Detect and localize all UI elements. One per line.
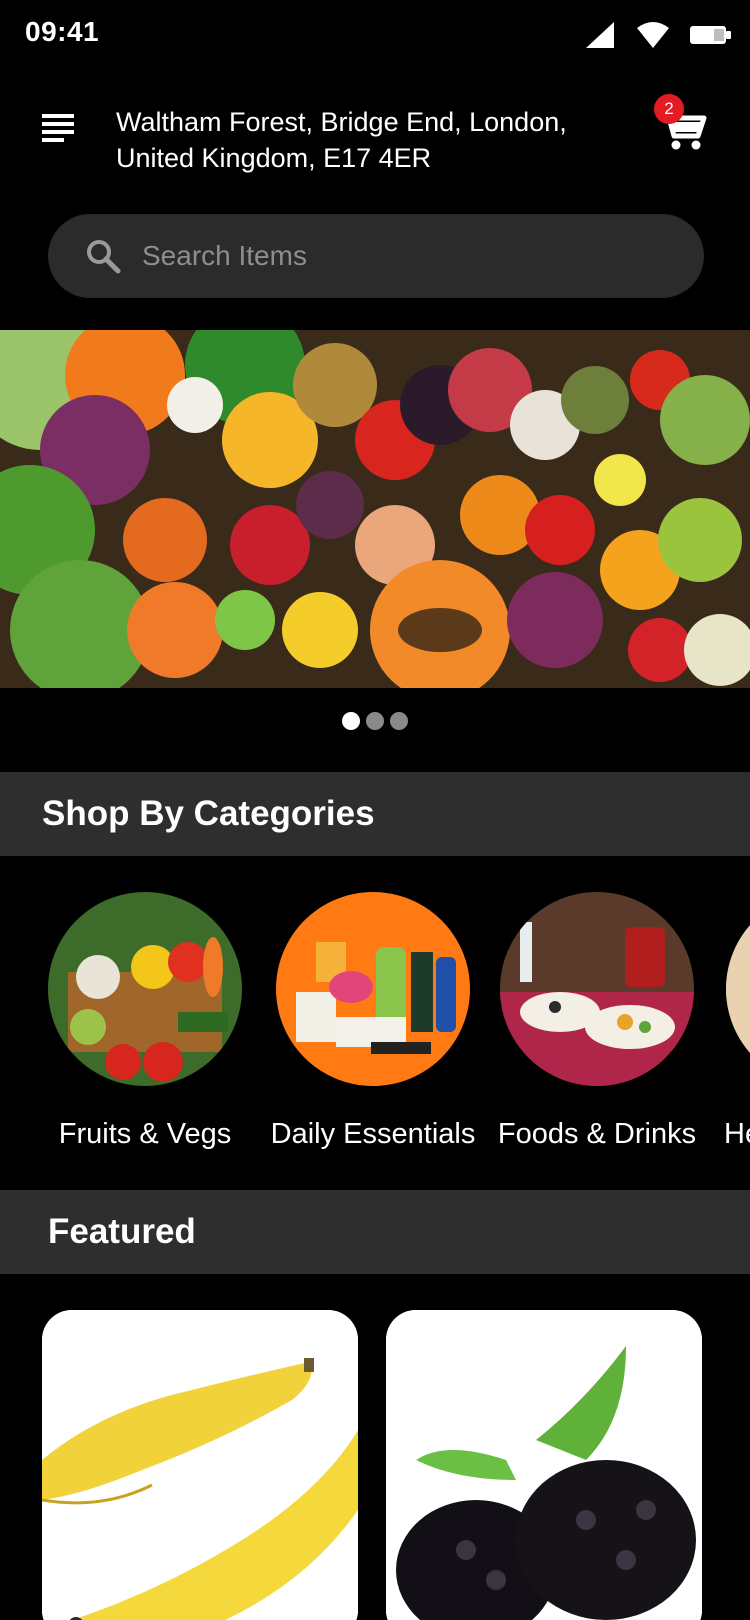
featured-product-card[interactable] (386, 1310, 702, 1620)
featured-product-card[interactable] (42, 1310, 358, 1620)
pagination-dot-active[interactable] (342, 712, 360, 730)
search-input[interactable] (142, 240, 704, 272)
battery-icon (690, 26, 731, 44)
categories-carousel: Fruits & Vegs Daily Essentials Foods & D… (0, 892, 750, 1192)
cart-count-badge: 2 (654, 94, 684, 124)
category-label: He (724, 1118, 750, 1150)
category-label: Fruits & Vegs (58, 1118, 232, 1150)
search-icon (87, 240, 121, 274)
wifi-icon (637, 22, 669, 48)
fruits-basket-image (48, 892, 242, 1086)
promo-banner-image[interactable] (0, 330, 750, 688)
menu-icon[interactable] (40, 112, 76, 144)
essentials-products-image (276, 892, 470, 1086)
status-icons (584, 20, 732, 50)
featured-header: Featured (0, 1190, 750, 1274)
category-fruits-vegs[interactable]: Fruits & Vegs (30, 892, 260, 1151)
category-label: Daily Essentials (270, 1118, 476, 1150)
status-bar: 09:41 (0, 0, 750, 70)
category-partial[interactable]: He (716, 892, 750, 1151)
category-label: Foods & Drinks (497, 1118, 697, 1150)
status-time: 09:41 (25, 16, 100, 47)
category-foods-drinks[interactable]: Foods & Drinks (482, 892, 712, 1151)
category-partial-image (726, 892, 750, 1086)
cellular-signal-icon (586, 22, 614, 48)
categories-title: Shop By Categories (42, 794, 375, 833)
banana-image (42, 1310, 358, 1620)
blackberry-image (386, 1310, 702, 1620)
category-daily-essentials[interactable]: Daily Essentials (258, 892, 488, 1151)
vegetables-banner-image (0, 330, 750, 688)
food-table-image (500, 892, 694, 1086)
search-bar[interactable] (48, 214, 704, 298)
pagination-dot[interactable] (390, 712, 408, 730)
pagination-dot[interactable] (366, 712, 384, 730)
banner-pagination (0, 712, 750, 730)
delivery-address[interactable]: Waltham Forest, Bridge End, London, Unit… (116, 104, 626, 176)
featured-title: Featured (48, 1212, 196, 1251)
categories-header: Shop By Categories (0, 772, 750, 856)
